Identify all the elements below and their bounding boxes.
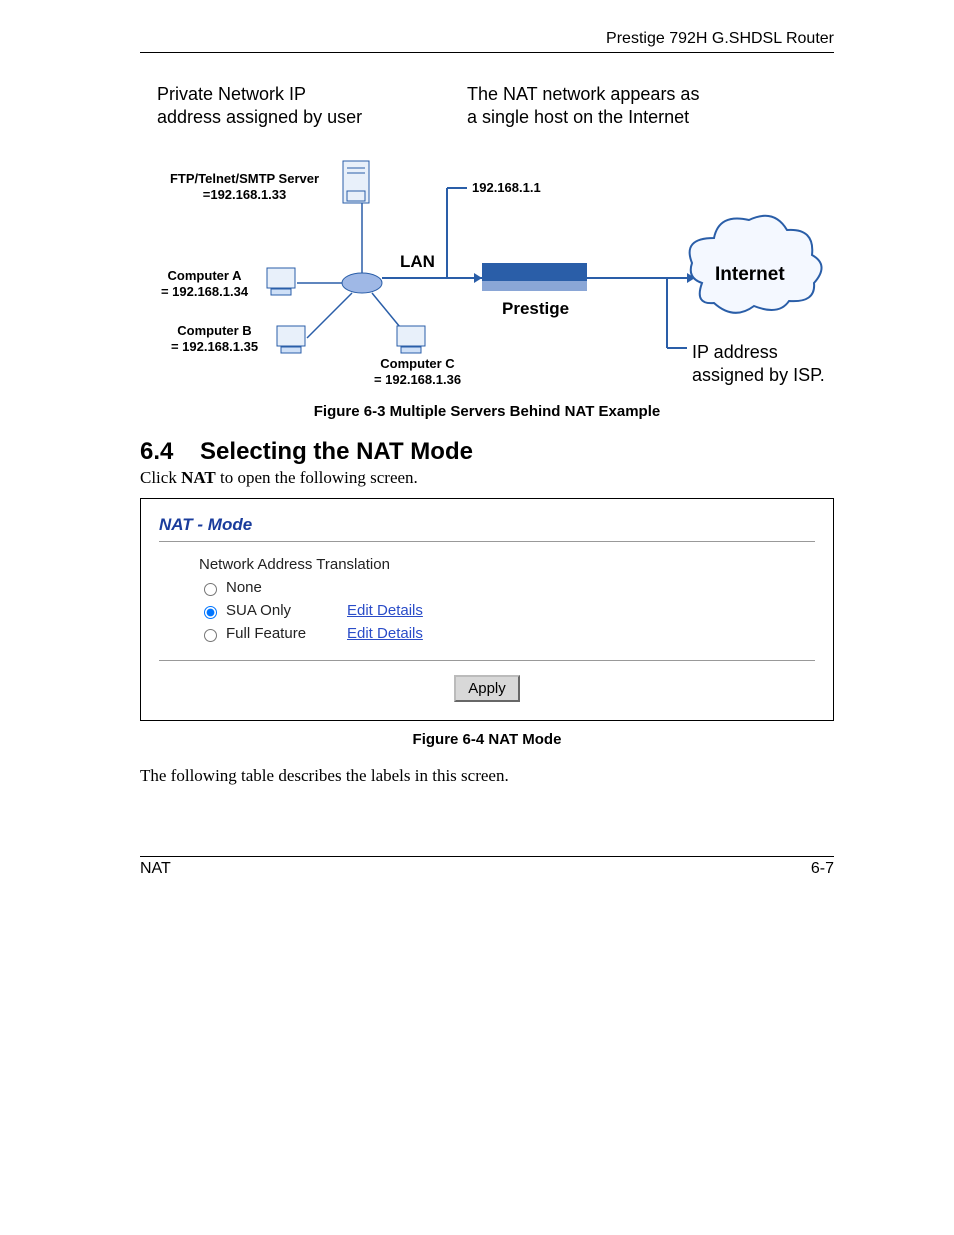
screen-title: NAT - Mode xyxy=(159,515,815,535)
section-title: Selecting the NAT Mode xyxy=(200,438,473,465)
radio-none-label: None xyxy=(226,579,262,596)
intro-bold: NAT xyxy=(181,468,216,487)
edit-details-full-link[interactable]: Edit Details xyxy=(347,625,423,642)
figure-6-3-caption: Figure 6-3 Multiple Servers Behind NAT E… xyxy=(140,403,834,420)
radio-sua-only[interactable] xyxy=(204,606,217,619)
comp-b-label: Computer B = 192.168.1.35 xyxy=(157,323,272,356)
group-label: Network Address Translation xyxy=(199,556,815,573)
isp-note: IP address assigned by ISP. xyxy=(692,341,825,386)
intro-text: Click NAT to open the following screen. xyxy=(140,468,834,488)
section-number: 6.4 xyxy=(140,438,173,465)
radio-sua-label: SUA Only xyxy=(226,602,291,619)
radio-full-label: Full Feature xyxy=(226,625,306,642)
figure-6-4-caption: Figure 6-4 NAT Mode xyxy=(140,731,834,748)
edit-details-sua-link[interactable]: Edit Details xyxy=(347,602,423,619)
internet-label: Internet xyxy=(715,263,785,287)
prestige-label: Prestige xyxy=(502,298,569,319)
after-text: The following table describes the labels… xyxy=(140,766,834,786)
divider-2 xyxy=(159,660,815,661)
footer-left: NAT xyxy=(140,860,171,878)
intro-post: to open the following screen. xyxy=(216,468,418,487)
footer-right: 6-7 xyxy=(811,860,834,878)
page-footer: NAT 6-7 xyxy=(140,856,834,878)
lan-label: LAN xyxy=(400,251,435,272)
radio-full-feature[interactable] xyxy=(204,629,217,642)
page-header: Prestige 792H G.SHDSL Router xyxy=(140,30,834,53)
router-ip-label: 192.168.1.1 xyxy=(472,180,541,196)
radio-none[interactable] xyxy=(204,583,217,596)
section-heading: 6.4 Selecting the NAT Mode xyxy=(140,438,834,466)
intro-pre: Click xyxy=(140,468,181,487)
diagram-note-right: The NAT network appears as a single host… xyxy=(467,83,699,128)
divider xyxy=(159,541,815,542)
network-diagram: Private Network IP address assigned by u… xyxy=(147,83,827,393)
comp-c-label: Computer C = 192.168.1.36 xyxy=(360,356,475,389)
server-label: FTP/Telnet/SMTP Server =192.168.1.33 xyxy=(157,171,332,204)
apply-button[interactable]: Apply xyxy=(454,675,520,702)
nat-mode-screen: NAT - Mode Network Address Translation N… xyxy=(140,498,834,721)
diagram-note-left: Private Network IP address assigned by u… xyxy=(157,83,362,128)
comp-a-label: Computer A = 192.168.1.34 xyxy=(147,268,262,301)
